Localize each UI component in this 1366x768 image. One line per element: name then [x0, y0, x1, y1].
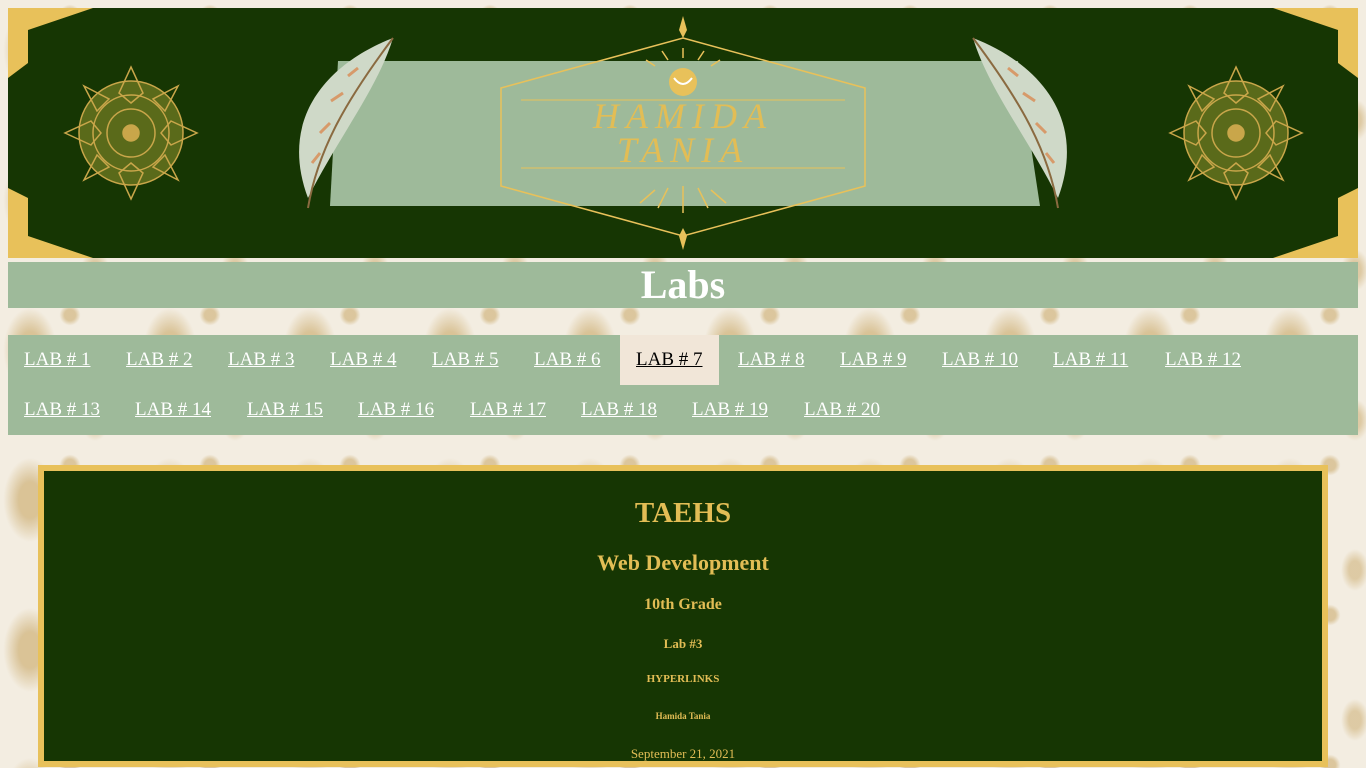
nav-link-lab-18[interactable]: LAB # 18 — [581, 385, 657, 435]
nav-link-lab-12[interactable]: LAB # 12 — [1165, 335, 1241, 385]
school-name: TAEHS — [634, 497, 732, 529]
header-banner: HAMIDA TANIA — [8, 8, 1358, 258]
nav-link-lab-11[interactable]: LAB # 11 — [1053, 335, 1128, 385]
page-title: Labs — [8, 262, 1358, 308]
mandala-left-icon — [63, 65, 199, 201]
nav-link-lab-19[interactable]: LAB # 19 — [692, 385, 768, 435]
nav-link-lab-3[interactable]: LAB # 3 — [228, 335, 295, 385]
nav-link-lab-1[interactable]: LAB # 1 — [24, 335, 91, 385]
nav-link-lab-4[interactable]: LAB # 4 — [330, 335, 397, 385]
nav-link-lab-14[interactable]: LAB # 14 — [135, 385, 211, 435]
nav-link-lab-8[interactable]: LAB # 8 — [738, 335, 805, 385]
nav-link-lab-16[interactable]: LAB # 16 — [358, 385, 434, 435]
lab-topic: HYPERLINKS — [646, 673, 720, 685]
nav-link-lab-15[interactable]: LAB # 15 — [247, 385, 323, 435]
author-name: Hamida Tania — [655, 711, 711, 721]
nav-link-lab-2[interactable]: LAB # 2 — [126, 335, 193, 385]
lab-number: Lab #3 — [663, 636, 703, 651]
lab-date: September 21, 2021 — [630, 746, 736, 761]
nav-link-lab-6[interactable]: LAB # 6 — [534, 335, 601, 385]
logo-line2: TANIA — [617, 130, 749, 170]
nav-link-lab-13[interactable]: LAB # 13 — [24, 385, 100, 435]
nav-link-lab-9[interactable]: LAB # 9 — [840, 335, 907, 385]
nav-link-lab-5[interactable]: LAB # 5 — [432, 335, 499, 385]
nav-link-lab-20[interactable]: LAB # 20 — [804, 385, 880, 435]
nav-link-lab-17[interactable]: LAB # 17 — [470, 385, 546, 435]
lab-content-panel: TAEHS Web Development 10th Grade Lab #3 … — [38, 465, 1328, 767]
nav-link-lab-7[interactable]: LAB # 7 — [620, 335, 719, 385]
nav-link-lab-10[interactable]: LAB # 10 — [942, 335, 1018, 385]
lab-nav: LAB # 1 LAB # 2 LAB # 3 LAB # 4 LAB # 5 … — [8, 335, 1358, 435]
course-name: Web Development — [597, 550, 769, 575]
mandala-right-icon — [1168, 65, 1304, 201]
grade-label: 10th Grade — [644, 596, 722, 613]
